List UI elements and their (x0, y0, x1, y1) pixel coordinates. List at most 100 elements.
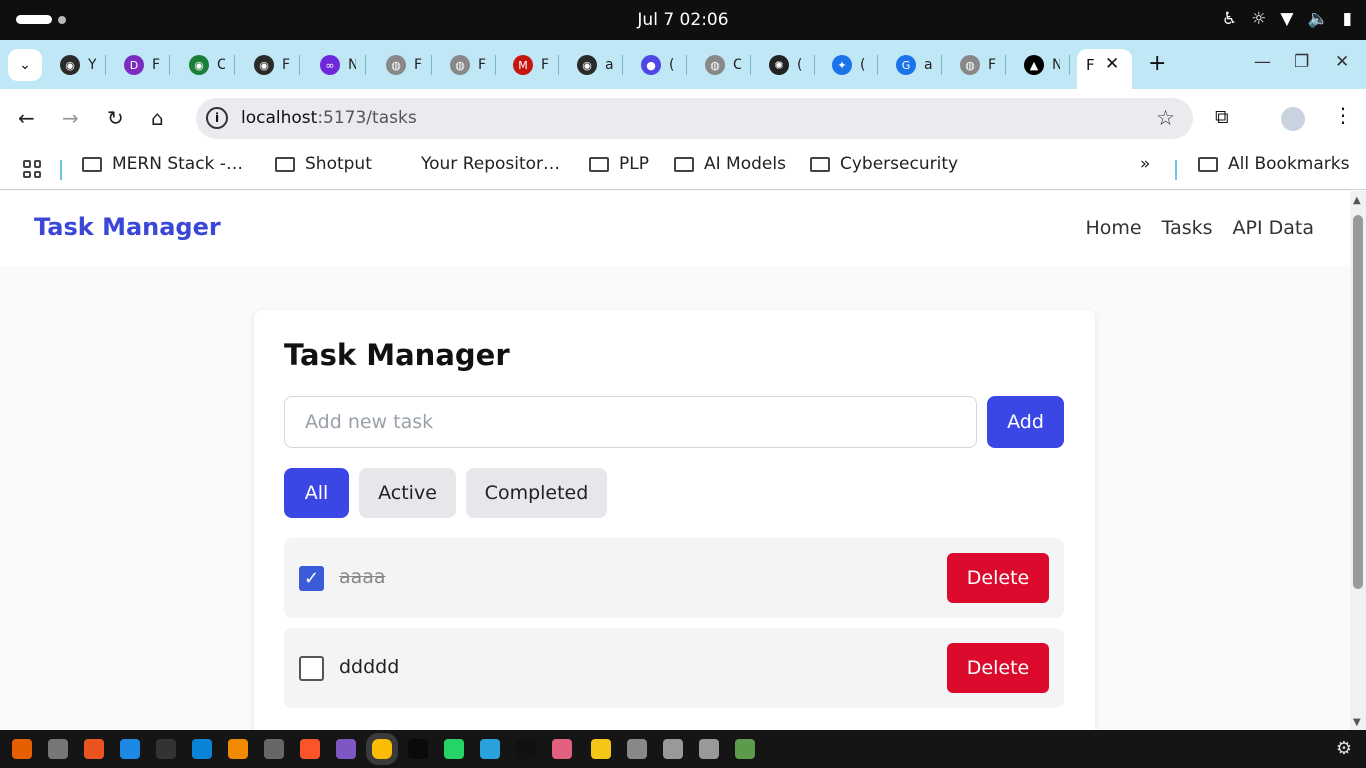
bookmark-cybersecurity[interactable]: Cybersecurity (810, 154, 958, 174)
github-app-icon[interactable] (516, 739, 536, 759)
terminal-app-icon[interactable] (156, 739, 176, 759)
vlc-app-icon[interactable] (228, 739, 248, 759)
browser-tab[interactable]: ◉ C (189, 51, 235, 79)
filter-all-button[interactable]: All (284, 468, 349, 518)
restore-icon[interactable]: ❐ (1294, 52, 1309, 72)
tab-favicon-icon: ◍ (450, 55, 470, 75)
nav-link-tasks[interactable]: Tasks (1162, 217, 1213, 239)
browser-tab[interactable]: ◍ F (960, 51, 1006, 79)
firefox-app-icon[interactable] (12, 739, 32, 759)
new-task-input[interactable] (284, 396, 977, 448)
browser-tab[interactable]: ●( (641, 51, 687, 79)
browser-tab[interactable]: ◉ Y (60, 51, 106, 79)
browser-tab[interactable]: ✺( (769, 51, 815, 79)
bookmark-mern-stack[interactable]: MERN Stack -… (82, 154, 243, 174)
add-task-button[interactable]: Add (987, 396, 1064, 448)
url-text[interactable]: localhost:5173/tasks (241, 108, 417, 128)
all-bookmarks-button[interactable]: All Bookmarks (1198, 154, 1349, 174)
address-bar[interactable]: i localhost:5173/tasks ☆ (196, 98, 1193, 139)
scroll-up-arrow-icon[interactable]: ▲ (1353, 195, 1361, 206)
delete-task-button[interactable]: Delete (947, 553, 1049, 603)
wifi-icon[interactable]: ▼ (1280, 9, 1293, 29)
site-info-icon[interactable]: i (206, 107, 228, 129)
app-app-icon[interactable] (336, 739, 356, 759)
bookmark-label: All Bookmarks (1228, 154, 1350, 174)
tab-favicon-icon: ◍ (386, 55, 406, 75)
page-title: Task Manager (284, 338, 510, 372)
apps-grid-icon[interactable] (23, 160, 41, 178)
settings-app-icon[interactable] (264, 739, 284, 759)
battery-icon[interactable]: ▮ (1343, 9, 1352, 29)
browser-tab[interactable]: ▲ N (1024, 51, 1070, 79)
browser-tab[interactable]: Ga (896, 51, 942, 79)
brave-app-icon[interactable] (300, 739, 320, 759)
accessibility-icon[interactable]: ♿ (1222, 9, 1237, 29)
filter-completed-button[interactable]: Completed (466, 468, 607, 518)
bookmark-plp[interactable]: PLP (589, 154, 649, 174)
brand-logo-text[interactable]: Task Manager (34, 213, 221, 241)
system-clock[interactable]: Jul 7 02:06 (0, 10, 1366, 30)
browser-tab[interactable]: ◍ C (705, 51, 751, 79)
software-app-icon[interactable] (84, 739, 104, 759)
browser-menu-icon[interactable]: ⋮ (1333, 103, 1353, 127)
chrome-app-icon[interactable] (366, 733, 398, 765)
extensions-icon[interactable]: ⧉ (1215, 106, 1229, 128)
bookmark-star-icon[interactable]: ☆ (1156, 106, 1175, 130)
folder-icon (810, 156, 830, 172)
vscode-app-icon[interactable] (192, 739, 212, 759)
home-icon[interactable]: ⌂ (151, 106, 164, 130)
nav-link-api-data[interactable]: API Data (1233, 217, 1314, 239)
page-scrollbar[interactable]: ▲ ▼ (1350, 191, 1366, 730)
scrollbar-thumb[interactable] (1353, 215, 1363, 589)
bookmark-shotput[interactable]: Shotput (275, 154, 372, 174)
tab-separator (814, 55, 815, 75)
delete-task-button[interactable]: Delete (947, 643, 1049, 693)
notes-app-icon[interactable] (591, 739, 611, 759)
pie-app-icon[interactable] (552, 739, 572, 759)
browser-tab[interactable]: ◉ F (254, 51, 300, 79)
back-icon[interactable]: ← (18, 106, 35, 130)
browser-tab[interactable]: ✦( (832, 51, 878, 79)
volume-icon[interactable]: 🔈 (1307, 9, 1328, 29)
disk2-app-icon[interactable] (699, 739, 719, 759)
trash-app-icon[interactable] (735, 739, 755, 759)
bookmark-your-repositories[interactable]: Your Repositor… (421, 154, 560, 174)
tab-favicon-icon: ✦ (832, 55, 852, 75)
bookmarks-overflow-button[interactable]: » (1140, 154, 1150, 174)
tab-active[interactable]: F ✕ (1077, 49, 1132, 89)
minimize-icon[interactable]: — (1254, 52, 1271, 72)
tab-favicon-icon: ✺ (769, 55, 789, 75)
task-complete-checkbox[interactable] (299, 656, 324, 681)
disk-app-icon[interactable] (663, 739, 683, 759)
system-tray[interactable]: ♿ ☼ ▼ 🔈 ▮ (1222, 9, 1352, 29)
help-app-icon[interactable] (120, 739, 140, 759)
settings-gear-icon[interactable]: ⚙ (1336, 738, 1352, 759)
whatsapp-app-icon[interactable] (444, 739, 464, 759)
profile-avatar[interactable] (1281, 107, 1305, 131)
doc-app-icon[interactable] (627, 739, 647, 759)
bookmark-ai-models[interactable]: AI Models (674, 154, 786, 174)
scroll-down-arrow-icon[interactable]: ▼ (1353, 717, 1361, 728)
task-row: ✓ aaaa Delete (284, 538, 1064, 618)
new-tab-button[interactable]: + (1148, 51, 1166, 76)
mongodb-app-icon[interactable] (408, 739, 428, 759)
browser-tab[interactable]: DF (124, 51, 170, 79)
brightness-icon[interactable]: ☼ (1251, 9, 1266, 29)
tab-search-button[interactable]: ⌄ (8, 49, 42, 81)
nav-link-home[interactable]: Home (1086, 217, 1142, 239)
tab-separator (558, 55, 559, 75)
close-tab-icon[interactable]: ✕ (1105, 54, 1119, 74)
browser-tab[interactable]: ◍ F (450, 51, 496, 79)
tab-separator (299, 55, 300, 75)
files-app-icon[interactable] (48, 739, 68, 759)
filter-active-button[interactable]: Active (359, 468, 456, 518)
browser-tab[interactable]: ◍ F (386, 51, 432, 79)
browser-tab[interactable]: MF (513, 51, 559, 79)
reload-icon[interactable]: ↻ (107, 106, 124, 130)
task-complete-checkbox[interactable]: ✓ (299, 566, 324, 591)
close-window-icon[interactable]: ✕ (1335, 52, 1349, 72)
browser-tab[interactable]: ◉ a (577, 51, 623, 79)
browser-tab[interactable]: ∞ N (320, 51, 366, 79)
telegram-app-icon[interactable] (480, 739, 500, 759)
forward-icon[interactable]: → (62, 106, 79, 130)
